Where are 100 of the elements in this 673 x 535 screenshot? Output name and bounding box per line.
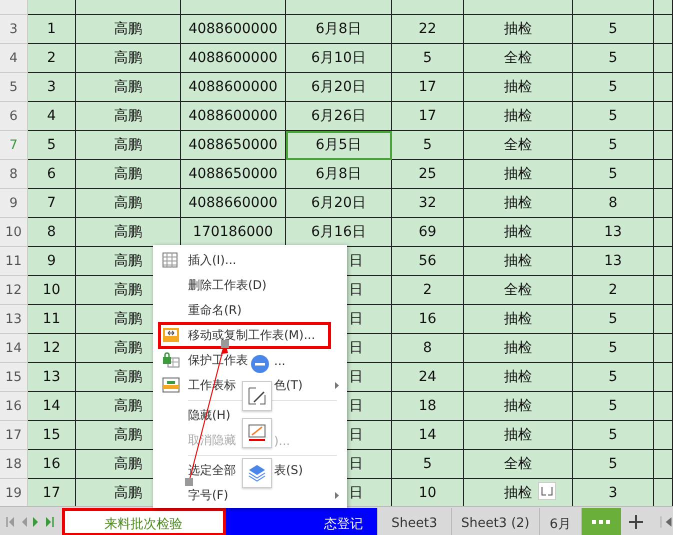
row-number[interactable]: 15 bbox=[0, 363, 28, 392]
table-cell: 全检 bbox=[464, 131, 573, 160]
table-cell: 2 bbox=[392, 276, 464, 305]
table-cell: 5 bbox=[573, 131, 654, 160]
table-cell: 25 bbox=[392, 160, 464, 189]
table-cell: 6月10日 bbox=[286, 44, 392, 73]
table-cell: 8 bbox=[28, 218, 76, 247]
table-cell: 6 bbox=[28, 160, 76, 189]
table-cell bbox=[654, 305, 673, 334]
table-cell: 2 bbox=[28, 44, 76, 73]
previous-sheet-icon[interactable] bbox=[21, 516, 27, 526]
row-number[interactable]: 16 bbox=[0, 392, 28, 421]
table-icon bbox=[162, 252, 178, 268]
table-cell: 12 bbox=[28, 334, 76, 363]
table-cell: 5 bbox=[573, 15, 654, 44]
table-cell: 8 bbox=[573, 189, 654, 218]
table-cell: 14 bbox=[392, 421, 464, 450]
minus-circle-icon[interactable] bbox=[251, 355, 269, 373]
table-cell: 抽检 bbox=[464, 73, 573, 102]
table-cell: 69 bbox=[392, 218, 464, 247]
pen-tool-button[interactable] bbox=[242, 381, 272, 411]
table-cell: 14 bbox=[28, 392, 76, 421]
table-cell: 24 bbox=[392, 363, 464, 392]
table-cell: 全检 bbox=[464, 450, 573, 479]
row-number[interactable]: 3 bbox=[0, 15, 28, 44]
table-cell: 抽检 bbox=[464, 305, 573, 334]
table-cell: 抽检 bbox=[464, 421, 573, 450]
next-sheet-icon[interactable] bbox=[33, 516, 39, 526]
table-cell: 高鹏 bbox=[76, 189, 181, 218]
table-cell: 1 bbox=[28, 15, 76, 44]
row-number[interactable]: 10 bbox=[0, 218, 28, 247]
table-cell: 抽检 bbox=[464, 15, 573, 44]
table-cell: 抽检 bbox=[464, 189, 573, 218]
sheet-tab[interactable]: 态登记 bbox=[226, 508, 378, 535]
row-number[interactable]: 6 bbox=[0, 102, 28, 131]
row-number[interactable]: 5 bbox=[0, 73, 28, 102]
last-sheet-icon[interactable] bbox=[45, 516, 54, 526]
table-cell: 2 bbox=[573, 276, 654, 305]
row-number[interactable]: 17 bbox=[0, 421, 28, 450]
table-cell: 6月8日 bbox=[286, 160, 392, 189]
table-cell: 6月26日 bbox=[286, 102, 392, 131]
active-cell[interactable]: 6月5日 bbox=[286, 131, 392, 160]
row-number[interactable]: 11 bbox=[0, 247, 28, 276]
table-cell: 6月20日 bbox=[286, 189, 392, 218]
table-cell: 5 bbox=[573, 305, 654, 334]
table-cell: 抽检 bbox=[464, 218, 573, 247]
row-number[interactable]: 12 bbox=[0, 276, 28, 305]
table-cell: 4 bbox=[28, 102, 76, 131]
table-cell bbox=[654, 102, 673, 131]
table-cell: 5 bbox=[392, 450, 464, 479]
lock-icon bbox=[162, 352, 180, 368]
table-cell bbox=[654, 44, 673, 73]
table-cell bbox=[654, 218, 673, 247]
sheet-tab-icon bbox=[162, 377, 180, 393]
pen-icon bbox=[248, 387, 266, 405]
table-cell: 4088660000 bbox=[181, 189, 286, 218]
table-cell bbox=[654, 276, 673, 305]
table-cell: 56 bbox=[392, 247, 464, 276]
row-number[interactable]: 18 bbox=[0, 450, 28, 479]
table-cell: 13 bbox=[573, 247, 654, 276]
row-number[interactable]: 13 bbox=[0, 305, 28, 334]
table-cell: 4088600000 bbox=[181, 44, 286, 73]
table-cell bbox=[654, 334, 673, 363]
table-cell bbox=[654, 160, 673, 189]
table-cell: 抽检 bbox=[464, 102, 573, 131]
table-cell: 高鹏 bbox=[76, 44, 181, 73]
layers-button[interactable] bbox=[242, 458, 272, 488]
table-cell: 5 bbox=[573, 44, 654, 73]
table-cell: 高鹏 bbox=[76, 15, 181, 44]
table-cell bbox=[654, 247, 673, 276]
row-number[interactable]: 9 bbox=[0, 189, 28, 218]
dots-icon bbox=[592, 520, 610, 524]
table-cell: 高鹏 bbox=[76, 160, 181, 189]
row-number[interactable]: 8 bbox=[0, 160, 28, 189]
table-cell: 11 bbox=[28, 305, 76, 334]
table-cell: 抽检 bbox=[464, 363, 573, 392]
scroll-left-icon[interactable] bbox=[660, 516, 673, 528]
table-cell: 5 bbox=[573, 73, 654, 102]
table-cell: 抽检 bbox=[464, 160, 573, 189]
submenu-arrow-icon bbox=[335, 492, 339, 499]
line-tool-button[interactable] bbox=[242, 418, 272, 448]
table-cell: 8 bbox=[392, 334, 464, 363]
frame-icon[interactable] bbox=[538, 482, 556, 500]
table-cell: 4088600000 bbox=[181, 73, 286, 102]
table-cell: 抽检 bbox=[464, 334, 573, 363]
table-cell: 4088650000 bbox=[181, 131, 286, 160]
sheet-tab[interactable]: 来料批次检验 bbox=[62, 508, 226, 535]
layers-icon bbox=[248, 464, 266, 482]
table-cell: 高鹏 bbox=[76, 131, 181, 160]
table-cell: 5 bbox=[573, 450, 654, 479]
table-cell: 高鹏 bbox=[76, 73, 181, 102]
row-number[interactable]: 14 bbox=[0, 334, 28, 363]
first-sheet-icon[interactable] bbox=[6, 516, 15, 526]
table-cell bbox=[654, 189, 673, 218]
plus-icon bbox=[629, 514, 644, 528]
row-number[interactable]: 4 bbox=[0, 44, 28, 73]
table-cell: 32 bbox=[392, 189, 464, 218]
table-cell: 全检 bbox=[464, 276, 573, 305]
table-cell: 5 bbox=[573, 421, 654, 450]
row-number[interactable]: 19 bbox=[0, 479, 28, 508]
